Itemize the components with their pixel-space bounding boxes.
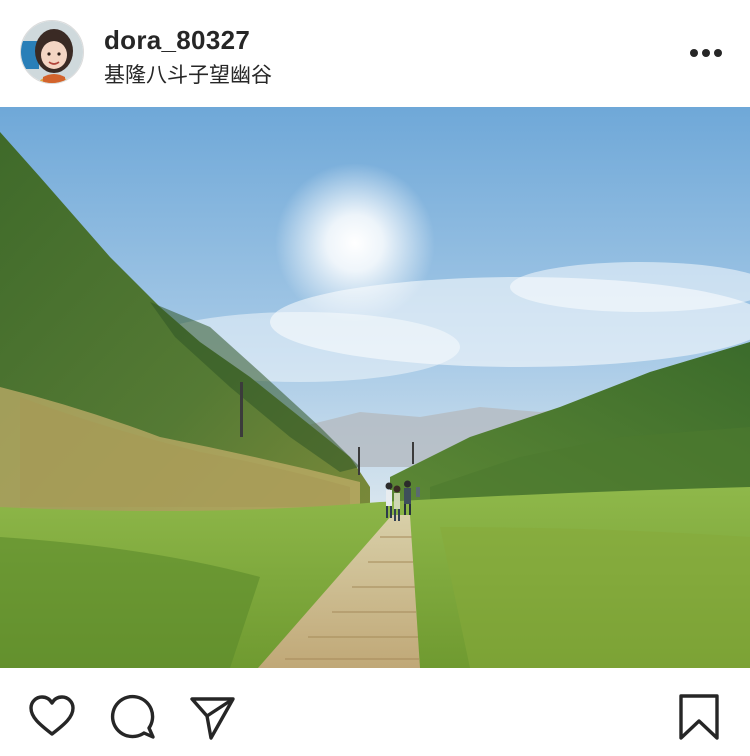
post-header: dora_80327 基隆八斗子望幽谷 bbox=[0, 0, 750, 107]
like-button[interactable] bbox=[27, 692, 77, 742]
comment-bubble-icon bbox=[110, 694, 155, 739]
post-action-bar bbox=[0, 668, 750, 756]
instagram-post: dora_80327 基隆八斗子望幽谷 bbox=[0, 0, 750, 756]
post-photo[interactable] bbox=[0, 107, 750, 668]
comment-button[interactable] bbox=[108, 692, 158, 742]
location-tag[interactable]: 基隆八斗子望幽谷 bbox=[104, 59, 272, 89]
save-button[interactable] bbox=[674, 692, 724, 742]
heart-icon bbox=[29, 695, 75, 736]
share-button[interactable] bbox=[187, 692, 237, 742]
avatar[interactable] bbox=[20, 20, 84, 84]
bookmark-icon bbox=[679, 694, 719, 740]
landscape-photo bbox=[0, 107, 750, 668]
more-options-button[interactable] bbox=[680, 36, 732, 70]
username[interactable]: dora_80327 bbox=[104, 25, 250, 56]
avatar-image bbox=[21, 21, 83, 83]
more-options-icon bbox=[690, 49, 722, 57]
paper-plane-icon bbox=[190, 697, 235, 740]
